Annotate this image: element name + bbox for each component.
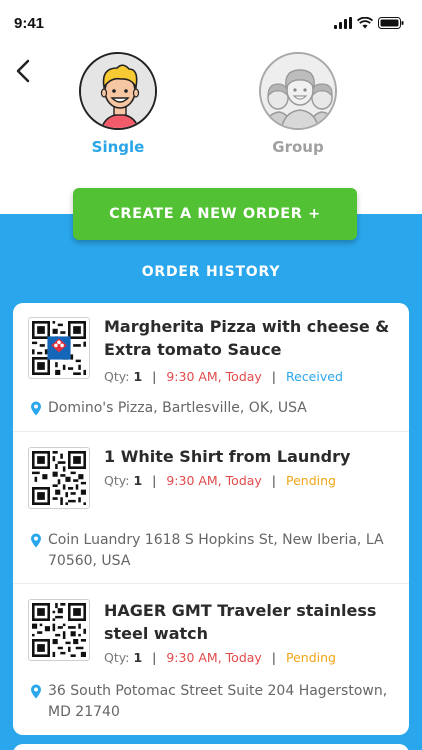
- single-avatar: [79, 52, 157, 130]
- back-button[interactable]: [12, 56, 36, 86]
- address-text: 36 South Potomac Street Suite 204 Hagers…: [48, 683, 388, 720]
- single-person-icon: [81, 54, 155, 128]
- qr-code-image: [32, 321, 86, 375]
- qr-code-icon: [28, 317, 90, 379]
- next-card-edge: [13, 744, 409, 750]
- address-text: Coin Luandry 1618 S Hopkins St, New Iber…: [48, 532, 384, 569]
- status-bar: 9:41: [0, 0, 422, 46]
- order-title: HAGER GMT Traveler stainless steel watch: [104, 601, 377, 643]
- create-new-order-button[interactable]: CREATE A NEW ORDER +: [73, 188, 357, 240]
- status-icons: [334, 17, 404, 29]
- single-mode-option[interactable]: Single: [79, 52, 157, 156]
- order-history-card: Margherita Pizza with cheese & Extra tom…: [13, 303, 409, 735]
- order-item[interactable]: 1 White Shirt from Laundry Qty: 1 | 9:30…: [13, 432, 409, 584]
- qty-label: Qty:: [104, 650, 130, 665]
- qty-label: Qty:: [104, 369, 130, 384]
- battery-icon: [378, 17, 404, 29]
- order-meta: Qty: 1 | 9:30 AM, Today | Pending: [104, 650, 336, 665]
- qr-code-icon: [28, 447, 90, 509]
- order-title: 1 White Shirt from Laundry: [104, 447, 351, 466]
- separator: |: [152, 369, 157, 384]
- order-time: 9:30 AM, Today: [166, 369, 262, 384]
- location-pin-icon: [31, 401, 41, 416]
- order-address: Domino's Pizza, Bartlesville, OK, USA: [30, 398, 400, 419]
- qr-code-image: [32, 451, 86, 505]
- qty-value: 1: [133, 369, 143, 384]
- order-time: 9:30 AM, Today: [166, 473, 262, 488]
- qty-label: Qty:: [104, 473, 130, 488]
- order-time: 9:30 AM, Today: [166, 650, 262, 665]
- separator: |: [271, 473, 277, 488]
- order-meta: Qty: 1 | 9:30 AM, Today | Pending: [104, 473, 336, 488]
- back-chevron-icon: [16, 59, 30, 83]
- separator: |: [152, 473, 157, 488]
- group-avatar: [259, 52, 337, 130]
- status-badge: Pending: [286, 650, 336, 665]
- address-text: Domino's Pizza, Bartlesville, OK, USA: [48, 400, 307, 416]
- status-badge: Received: [286, 369, 343, 384]
- separator: |: [152, 650, 157, 665]
- group-mode-option[interactable]: Group: [259, 52, 337, 156]
- qty-value: 1: [133, 650, 143, 665]
- qr-code-icon: [28, 599, 90, 661]
- wifi-icon: [357, 17, 373, 29]
- order-history-title: ORDER HISTORY: [141, 264, 281, 280]
- order-item[interactable]: HAGER GMT Traveler stainless steel watch…: [13, 584, 409, 735]
- order-meta: Qty: 1 | 9:30 AM, Today | Received: [104, 369, 343, 384]
- order-address: 36 South Potomac Street Suite 204 Hagers…: [30, 681, 400, 723]
- order-title: Margherita Pizza with cheese & Extra tom…: [104, 317, 390, 359]
- single-label: Single: [91, 138, 145, 156]
- status-time: 9:41: [14, 14, 45, 32]
- location-pin-icon: [31, 533, 41, 548]
- order-item[interactable]: Margherita Pizza with cheese & Extra tom…: [13, 303, 409, 432]
- signal-icon: [334, 17, 352, 29]
- qty-value: 1: [133, 473, 143, 488]
- location-pin-icon: [31, 684, 41, 699]
- separator: |: [271, 650, 277, 665]
- order-address: Coin Luandry 1618 S Hopkins St, New Iber…: [30, 530, 400, 572]
- separator: |: [271, 369, 277, 384]
- status-badge: Pending: [286, 473, 336, 488]
- group-label: Group: [272, 138, 324, 156]
- qr-code-image: [32, 603, 86, 657]
- group-people-icon: [261, 54, 335, 128]
